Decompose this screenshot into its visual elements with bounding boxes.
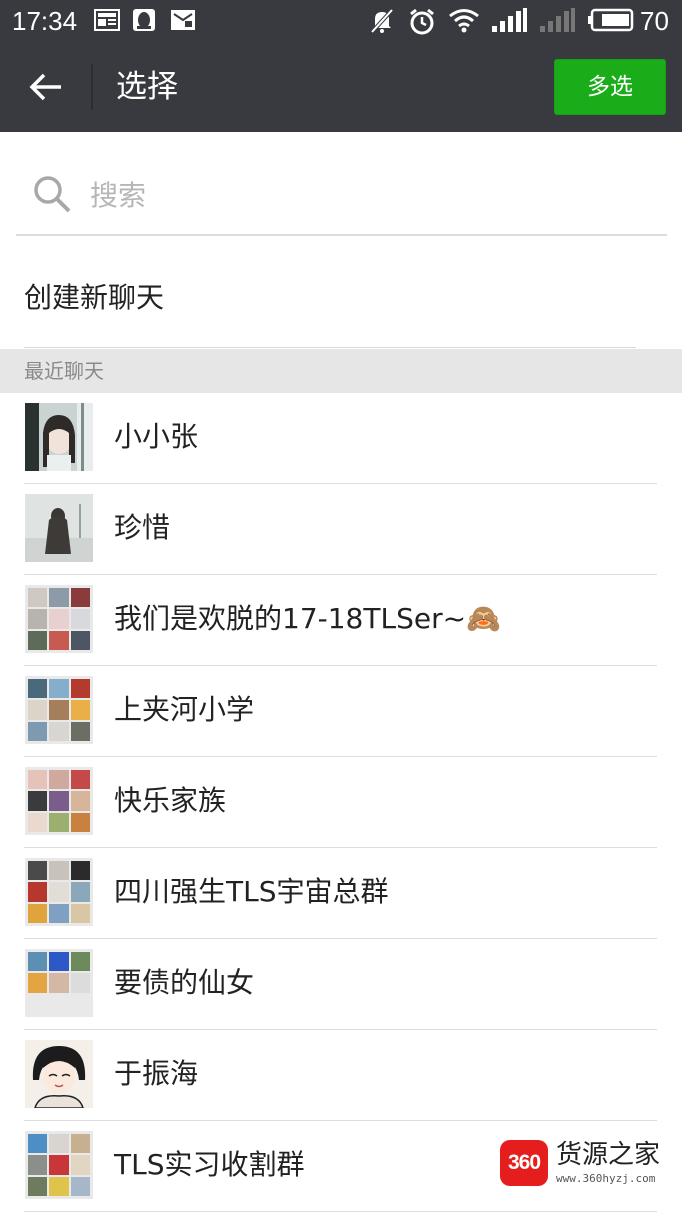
status-time: 17:34	[12, 6, 78, 36]
create-new-chat-label: 创建新聊天	[24, 281, 165, 314]
title-bar: 选择 多选	[0, 42, 682, 132]
chat-item[interactable]: 要债的仙女	[0, 939, 682, 1030]
title-divider	[91, 64, 93, 110]
group-avatar	[25, 949, 93, 1017]
signal-icon	[492, 8, 527, 32]
group-avatar	[25, 767, 93, 835]
mail-icon	[171, 10, 195, 30]
watermark-badge: 360	[500, 1140, 548, 1186]
watermark-logo: 360 货源之家 www.360hyzj.com	[500, 1138, 680, 1192]
avatar	[25, 403, 93, 471]
search-bar	[16, 160, 667, 236]
chat-item[interactable]: 于振海	[0, 1030, 682, 1121]
signal-weak-icon	[540, 8, 575, 32]
battery-level: 70	[640, 6, 669, 36]
group-avatar	[25, 1131, 93, 1199]
section-title: 最近聊天	[24, 359, 104, 383]
penguin-icon	[133, 9, 155, 31]
mute-icon	[370, 8, 394, 34]
chat-list: 小小张 珍惜 我们是欢脱的17-18TLSer~🙈 上夹河小学 快乐家族 四川强…	[0, 393, 682, 1212]
battery-icon	[588, 8, 634, 32]
avatar	[25, 1040, 93, 1108]
chat-name: 要债的仙女	[114, 966, 255, 999]
chat-name: TLS实习收割群	[114, 1148, 305, 1181]
chat-name: 我们是欢脱的17-18TLSer~🙈	[114, 602, 501, 635]
group-avatar	[25, 676, 93, 744]
group-avatar	[25, 858, 93, 926]
wifi-icon	[449, 9, 479, 33]
chat-name: 小小张	[114, 420, 199, 453]
recent-chats-header: 最近聊天	[0, 349, 682, 393]
chat-name: 珍惜	[114, 511, 171, 544]
chat-item[interactable]: 珍惜	[0, 484, 682, 575]
create-new-chat[interactable]: 创建新聊天	[0, 250, 682, 348]
back-button[interactable]	[14, 62, 78, 112]
divider	[24, 347, 636, 348]
chat-item[interactable]: 上夹河小学	[0, 666, 682, 757]
chat-item[interactable]: 小小张	[0, 393, 682, 484]
chat-name: 上夹河小学	[114, 693, 255, 726]
arrow-left-icon	[29, 73, 61, 101]
watermark-url: www.360hyzj.com	[556, 1172, 656, 1185]
alarm-icon	[410, 8, 434, 35]
chat-item[interactable]: 四川强生TLS宇宙总群	[0, 848, 682, 939]
chat-item[interactable]: 快乐家族	[0, 757, 682, 848]
search-input[interactable]	[90, 172, 650, 218]
chat-name: 快乐家族	[114, 784, 227, 817]
watermark-text: 货源之家	[556, 1140, 661, 1170]
avatar	[25, 494, 93, 562]
group-avatar	[25, 585, 93, 653]
multi-select-button[interactable]: 多选	[554, 59, 666, 115]
chat-name: 四川强生TLS宇宙总群	[114, 875, 389, 908]
chat-item[interactable]: 我们是欢脱的17-18TLSer~🙈	[0, 575, 682, 666]
status-bar: 17:34 70	[0, 0, 682, 42]
chat-name: 于振海	[114, 1057, 199, 1090]
search-icon	[34, 176, 71, 213]
page-title: 选择	[116, 69, 178, 105]
news-icon	[94, 9, 120, 31]
